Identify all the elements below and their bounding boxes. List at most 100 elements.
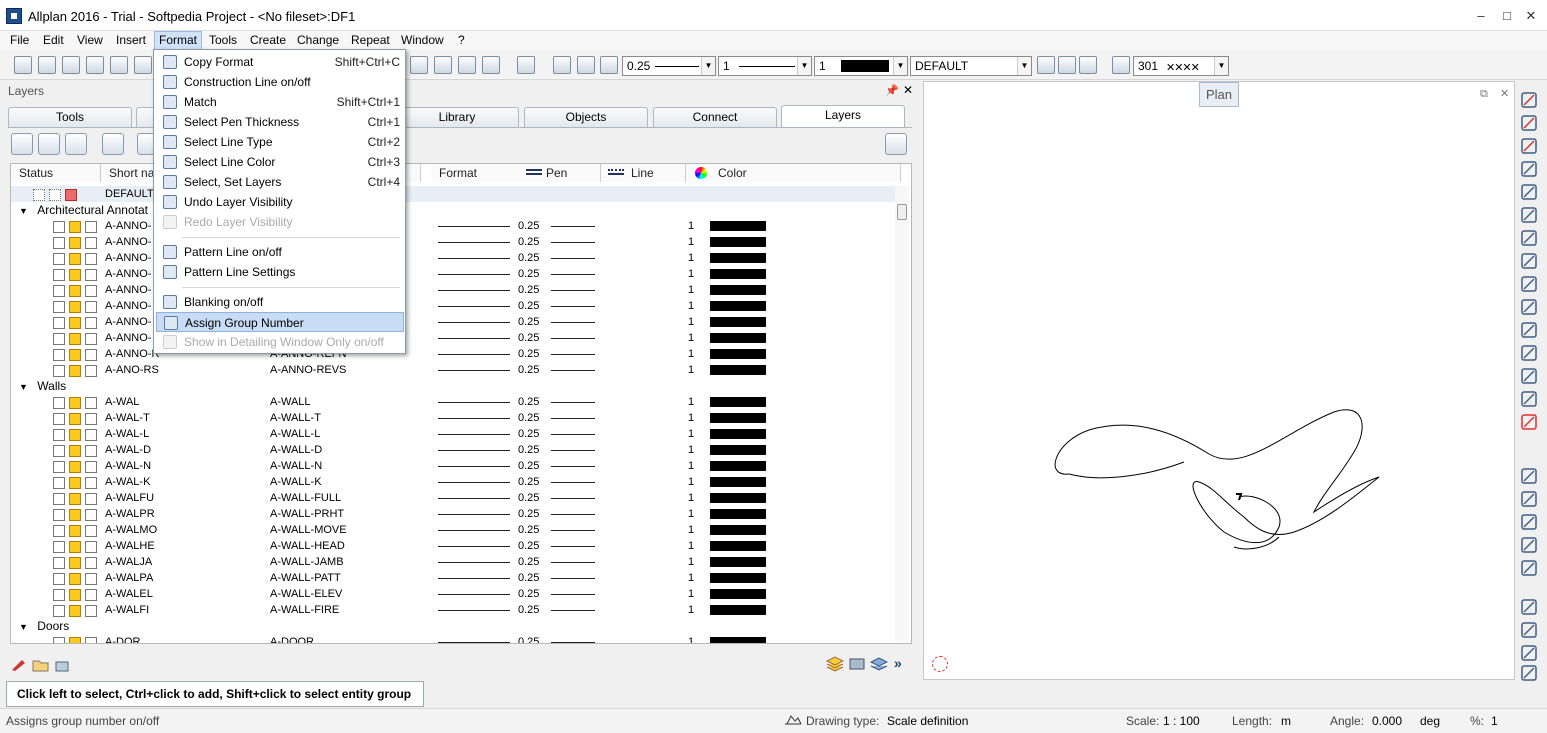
status-checkbox[interactable] bbox=[53, 573, 65, 585]
table-row[interactable]: A-WAL-L A-WALL-L 0.25 1 bbox=[11, 426, 901, 442]
close-view-icon[interactable]: ✕ bbox=[1500, 87, 1509, 100]
status-checkbox[interactable] bbox=[33, 189, 45, 201]
status-checkbox[interactable] bbox=[53, 637, 65, 643]
new-icon[interactable] bbox=[14, 56, 32, 74]
remove-layer-icon[interactable] bbox=[38, 133, 60, 155]
status-checkbox[interactable] bbox=[69, 349, 81, 361]
filter-color-icon[interactable] bbox=[1519, 535, 1539, 555]
pattern-line-icon[interactable] bbox=[1112, 56, 1130, 74]
star-folder-icon[interactable] bbox=[54, 655, 72, 673]
status-checkbox[interactable] bbox=[53, 445, 65, 457]
delete-icon[interactable] bbox=[1519, 412, 1539, 432]
eyedropper-icon[interactable] bbox=[1519, 466, 1539, 486]
status-checkbox[interactable] bbox=[53, 413, 65, 425]
menu-repeat[interactable]: Repeat bbox=[347, 33, 394, 47]
status-checkbox[interactable] bbox=[85, 461, 97, 473]
menu-file[interactable]: File bbox=[6, 33, 33, 47]
table-row[interactable]: A-WAL A-WALL 0.25 1 bbox=[11, 394, 901, 410]
status-checkbox[interactable] bbox=[69, 269, 81, 281]
status-checkbox[interactable] bbox=[85, 413, 97, 425]
restore-view-icon[interactable]: ⧉ bbox=[1480, 88, 1488, 101]
status-checkbox[interactable] bbox=[69, 557, 81, 569]
table-row[interactable]: A-WALMO A-WALL-MOVE 0.25 1 bbox=[11, 522, 901, 538]
filter-alt-icon[interactable] bbox=[1519, 512, 1539, 532]
table-row[interactable]: A-ANNO- 0.25 1 bbox=[11, 234, 901, 250]
status-checkbox[interactable] bbox=[53, 221, 65, 233]
table-row[interactable]: A-ANNO- 0.25 1 bbox=[11, 266, 901, 282]
status-checkbox[interactable] bbox=[69, 589, 81, 601]
layer-group[interactable]: ▼ Doors bbox=[19, 618, 69, 634]
app-icon[interactable] bbox=[6, 8, 22, 24]
status-checkbox[interactable] bbox=[85, 477, 97, 489]
scroll-thumb[interactable] bbox=[897, 204, 907, 220]
angle-value[interactable]: 0.000 bbox=[1372, 714, 1402, 728]
status-checkbox[interactable] bbox=[85, 541, 97, 553]
search-icon[interactable] bbox=[885, 133, 907, 155]
select-icon[interactable] bbox=[1519, 597, 1539, 617]
stretch-icon[interactable] bbox=[1519, 389, 1539, 409]
table-row[interactable]: A-WAL-N A-WALL-N 0.25 1 bbox=[11, 458, 901, 474]
status-checkbox[interactable] bbox=[53, 605, 65, 617]
layers-print-icon[interactable] bbox=[848, 655, 866, 673]
table-row[interactable]: A-WALFU A-WALL-FULL 0.25 1 bbox=[11, 490, 901, 506]
status-checkbox[interactable] bbox=[85, 349, 97, 361]
menu-item-9[interactable]: Pattern Line on/off bbox=[156, 242, 404, 262]
col-format[interactable]: Format bbox=[431, 164, 521, 182]
menu-item-0[interactable]: Copy Format Shift+Ctrl+C bbox=[156, 52, 404, 72]
status-checkbox[interactable] bbox=[85, 509, 97, 521]
table-row[interactable]: A-WAL-K A-WALL-K 0.25 1 bbox=[11, 474, 901, 490]
menu-item-12[interactable]: Assign Group Number bbox=[156, 312, 404, 332]
sum-icon[interactable] bbox=[1519, 643, 1539, 663]
menu-item-2[interactable]: Match Shift+Ctrl+1 bbox=[156, 92, 404, 112]
status-checkbox[interactable] bbox=[53, 461, 65, 473]
status-checkbox[interactable] bbox=[69, 541, 81, 553]
chevron-down-icon[interactable]: ▼ bbox=[19, 622, 28, 632]
layers-view-icon[interactable] bbox=[434, 56, 452, 74]
status-checkbox[interactable] bbox=[53, 317, 65, 329]
filter-sum-icon[interactable] bbox=[1519, 558, 1539, 578]
status-checkbox[interactable] bbox=[85, 237, 97, 249]
table-row[interactable]: A-ANNO- 0.25 1 bbox=[11, 330, 901, 346]
status-checkbox[interactable] bbox=[69, 365, 81, 377]
status-checkbox[interactable] bbox=[85, 397, 97, 409]
layer-hide-icon[interactable] bbox=[1079, 56, 1097, 74]
status-checkbox[interactable] bbox=[85, 301, 97, 313]
scale-icon[interactable] bbox=[1519, 320, 1539, 340]
delete-segment-icon[interactable] bbox=[1519, 182, 1539, 202]
funnel-icon[interactable] bbox=[1519, 663, 1539, 683]
menu-view[interactable]: View bbox=[73, 33, 107, 47]
status-checkbox[interactable] bbox=[69, 461, 81, 473]
status-checkbox[interactable] bbox=[53, 525, 65, 537]
status-checkbox[interactable] bbox=[85, 221, 97, 233]
status-checkbox[interactable] bbox=[53, 541, 65, 553]
status-checkbox[interactable] bbox=[69, 493, 81, 505]
copy-along-icon[interactable] bbox=[1519, 366, 1539, 386]
copy-icon[interactable] bbox=[1519, 251, 1539, 271]
layers-yellow-icon[interactable] bbox=[825, 655, 845, 673]
status-checkbox[interactable] bbox=[53, 509, 65, 521]
status-checkbox[interactable] bbox=[69, 221, 81, 233]
status-checkbox[interactable] bbox=[69, 317, 81, 329]
chevron-down-icon[interactable]: ▼ bbox=[1214, 57, 1228, 75]
layer-combo[interactable]: DEFAULT ▼ bbox=[910, 56, 1032, 76]
status-checkbox[interactable] bbox=[53, 237, 65, 249]
menu-item-10[interactable]: Pattern Line Settings bbox=[156, 262, 404, 282]
status-checkbox[interactable] bbox=[85, 269, 97, 281]
default-row[interactable]: DEFAULT bbox=[11, 186, 901, 202]
table-row[interactable]: A-WAL-T A-WALL-T 0.25 1 bbox=[11, 410, 901, 426]
status-checkbox[interactable] bbox=[69, 525, 81, 537]
drawing-type-value[interactable]: Scale definition bbox=[887, 714, 968, 728]
table-row[interactable]: A-WALPR A-WALL-PRHT 0.25 1 bbox=[11, 506, 901, 522]
status-checkbox[interactable] bbox=[53, 397, 65, 409]
status-checkbox[interactable] bbox=[53, 285, 65, 297]
origin-marker-icon[interactable] bbox=[932, 656, 948, 672]
status-checkbox[interactable] bbox=[69, 605, 81, 617]
chevron-down-icon[interactable]: ▼ bbox=[797, 57, 811, 75]
group-select-icon[interactable] bbox=[1519, 620, 1539, 640]
chevron-down-icon[interactable]: ▼ bbox=[19, 382, 28, 392]
status-checkbox[interactable] bbox=[85, 285, 97, 297]
status-checkbox[interactable] bbox=[69, 253, 81, 265]
eraser-icon[interactable] bbox=[1519, 90, 1539, 110]
status-checkbox[interactable] bbox=[53, 493, 65, 505]
table-row[interactable]: A-WAL-D A-WALL-D 0.25 1 bbox=[11, 442, 901, 458]
